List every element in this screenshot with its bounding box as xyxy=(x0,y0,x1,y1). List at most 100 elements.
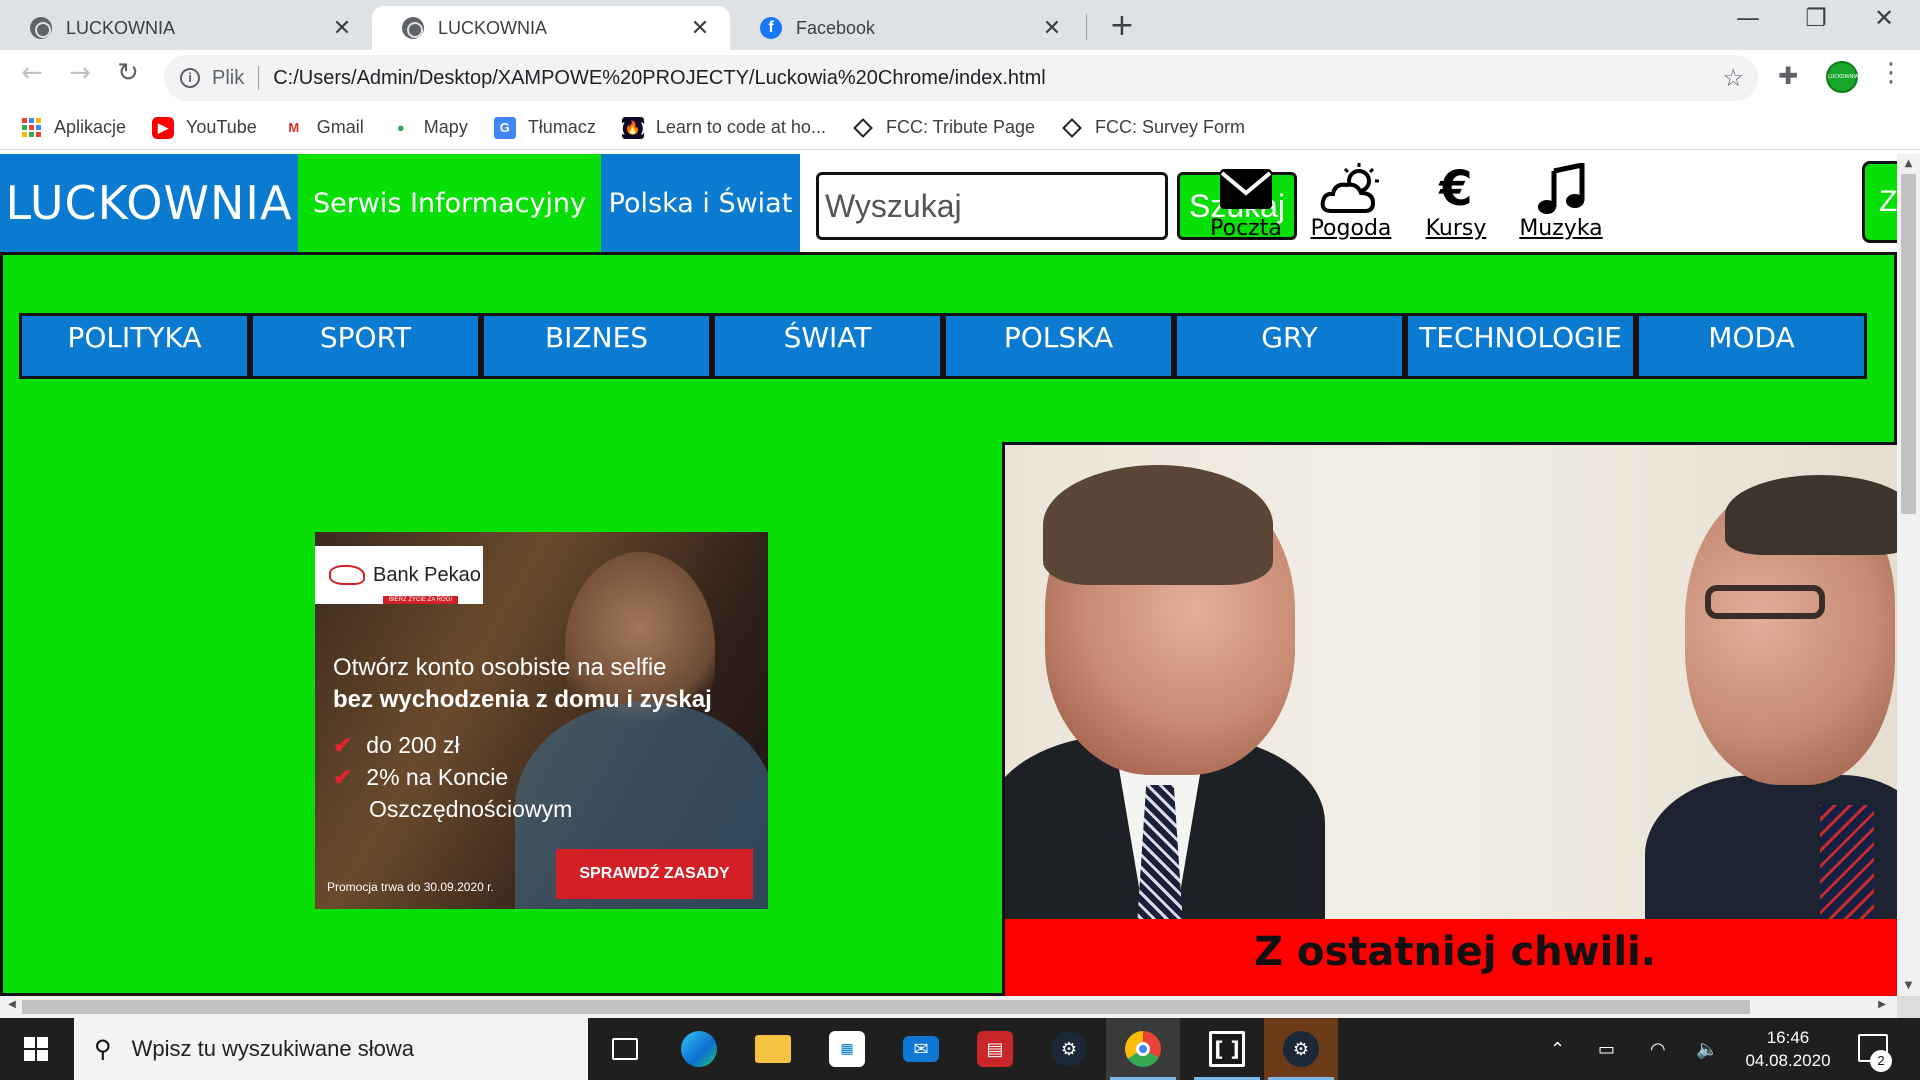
bookmark-maps[interactable]: ● Mapy xyxy=(390,117,468,139)
news-headline[interactable]: Z ostatniej chwili. xyxy=(1005,919,1897,996)
search-icon: ⚲ xyxy=(94,1035,112,1063)
menu-kebab-icon[interactable]: ⋮ xyxy=(1878,58,1904,88)
envelope-icon xyxy=(1201,160,1291,218)
battery-icon[interactable]: ▭ xyxy=(1598,1018,1615,1080)
vertical-scroll-thumb[interactable] xyxy=(1901,174,1916,514)
music-note-icon xyxy=(1516,160,1606,218)
minimize-button[interactable]: — xyxy=(1728,4,1768,32)
site-region: Polska i Świat xyxy=(601,154,800,252)
taskbar-search-box[interactable]: ⚲ Wpisz tu wyszukiwane słowa xyxy=(74,1018,588,1080)
site-info-icon[interactable]: i xyxy=(180,68,200,88)
tab-title: Facebook xyxy=(796,17,876,38)
tab-title: LUCKOWNIA xyxy=(66,17,176,38)
ad-headline-1: Otwórz konto osobiste na selfie xyxy=(333,654,667,681)
browser-tab-strip: LUCKOWNIA ✕ LUCKOWNIA ✕ f Facebook ✕ + —… xyxy=(0,0,1920,50)
browser-toolbar: ← → ↻ i Plik C:/Users/Admin/Desktop/XAMP… xyxy=(0,50,1920,106)
taskbar-steam-running[interactable]: ⚙ xyxy=(1264,1018,1338,1080)
site-tagline: Serwis Informacyjny xyxy=(298,154,601,252)
bookmarks-bar: Aplikacje ▶ YouTube M Gmail ● Mapy G Tłu… xyxy=(0,106,1920,150)
reload-button[interactable]: ↻ xyxy=(110,58,146,88)
forward-button[interactable]: → xyxy=(62,58,98,88)
taskbar-bracket-app[interactable]: [ ] xyxy=(1190,1018,1264,1080)
taskbar-file-explorer[interactable] xyxy=(736,1018,810,1080)
bookmark-label: Tłumacz xyxy=(527,117,596,137)
vertical-scrollbar[interactable]: ▲ ▼ xyxy=(1897,154,1920,996)
taskbar-store[interactable]: ▦ xyxy=(810,1018,884,1080)
globe-icon xyxy=(30,17,52,39)
bison-logo-icon xyxy=(329,565,365,585)
check-icon: ✔ xyxy=(333,732,353,758)
bookmark-freecodecamp[interactable]: (🔥) Learn to code at ho... xyxy=(620,116,826,139)
category-fashion[interactable]: MODA xyxy=(1636,313,1867,379)
horizontal-scrollbar[interactable]: ◀ ▶ xyxy=(0,996,1897,1018)
bookmark-translate[interactable]: G Tłumacz xyxy=(493,116,596,139)
start-button[interactable] xyxy=(0,1018,72,1080)
restore-button[interactable]: ❐ xyxy=(1796,4,1836,32)
taskbar-reader[interactable]: ▤ xyxy=(958,1018,1032,1080)
tab-facebook[interactable]: f Facebook ✕ xyxy=(730,6,1082,50)
site-logo[interactable]: LUCKOWNIA xyxy=(0,154,298,252)
apps-grid-icon xyxy=(20,117,42,139)
close-icon[interactable]: ✕ xyxy=(1040,15,1064,41)
site-header: LUCKOWNIA Serwis Informacyjny Polska i Ś… xyxy=(0,154,1897,252)
taskbar-chrome[interactable] xyxy=(1106,1018,1180,1080)
shortcut-rates[interactable]: € Kursy xyxy=(1411,160,1501,241)
ad-bullet-text: 2% na Koncie xyxy=(366,764,509,790)
search-input[interactable] xyxy=(816,172,1168,240)
codepen-icon xyxy=(852,117,874,139)
category-poland[interactable]: POLSKA xyxy=(943,313,1174,379)
wifi-icon[interactable]: ◠ xyxy=(1650,1018,1666,1080)
category-technology[interactable]: TECHNOLOGIE xyxy=(1405,313,1636,379)
scroll-down-arrow[interactable]: ▼ xyxy=(1897,980,1920,991)
bank-logo: Bank Pekao BIERZ ŻYCIE ZA ROGI xyxy=(315,546,483,604)
scroll-up-arrow[interactable]: ▲ xyxy=(1897,158,1920,169)
shortcut-label: Muzyka xyxy=(1519,216,1603,241)
category-sport[interactable]: SPORT xyxy=(250,313,481,379)
scroll-right-arrow[interactable]: ▶ xyxy=(1872,999,1892,1010)
shortcut-weather[interactable]: Pogoda xyxy=(1306,160,1396,241)
bookmark-star-icon[interactable]: ☆ xyxy=(1722,64,1744,93)
extensions-puzzle-icon[interactable]: ✚ xyxy=(1778,62,1798,90)
bookmark-gmail[interactable]: M Gmail xyxy=(283,117,363,139)
bookmark-youtube[interactable]: ▶ YouTube xyxy=(152,116,257,139)
category-games[interactable]: GRY xyxy=(1174,313,1405,379)
volume-icon[interactable]: 🔈 xyxy=(1696,1018,1718,1080)
new-tab-button[interactable]: + xyxy=(1108,8,1136,43)
ad-headline-2: bez wychodzenia z domu i zyskaj xyxy=(333,686,712,713)
horizontal-scroll-thumb[interactable] xyxy=(22,1000,1750,1014)
profile-avatar[interactable]: LUCKOWNIA xyxy=(1826,61,1858,93)
bank-ad-banner[interactable]: Bank Pekao BIERZ ŻYCIE ZA ROGI Otwórz ko… xyxy=(315,532,768,909)
login-button[interactable]: Zaloguj się xyxy=(1862,161,1897,243)
close-icon[interactable]: ✕ xyxy=(330,15,354,41)
task-view-button[interactable] xyxy=(588,1018,662,1080)
category-politics[interactable]: POLITYKA xyxy=(19,313,250,379)
euro-icon: € xyxy=(1439,161,1473,217)
shortcut-mail[interactable]: Poczta xyxy=(1201,160,1291,241)
taskbar-mail[interactable]: ✉ xyxy=(884,1018,958,1080)
tray-chevron-icon[interactable]: ⌃ xyxy=(1550,1018,1565,1080)
window-close-button[interactable]: ✕ xyxy=(1864,4,1904,32)
bookmark-apps[interactable]: Aplikacje xyxy=(20,117,126,139)
taskbar-steam[interactable]: ⚙ xyxy=(1032,1018,1106,1080)
address-bar[interactable]: i Plik C:/Users/Admin/Desktop/XAMPOWE%20… xyxy=(164,55,1758,101)
ad-cta-button[interactable]: SPRAWDŹ ZASADY xyxy=(556,849,753,899)
tab-title: LUCKOWNIA xyxy=(438,17,548,38)
tab-luckownia-2[interactable]: LUCKOWNIA ✕ xyxy=(372,6,730,50)
windows-logo-icon xyxy=(24,1037,48,1061)
news-card[interactable]: Z ostatniej chwili. xyxy=(1002,442,1897,996)
close-icon[interactable]: ✕ xyxy=(688,15,712,41)
scroll-left-arrow[interactable]: ◀ xyxy=(2,999,22,1010)
category-business[interactable]: BIZNES xyxy=(481,313,712,379)
task-view-icon xyxy=(612,1038,638,1060)
back-button[interactable]: ← xyxy=(14,58,50,88)
url-text[interactable]: C:/Users/Admin/Desktop/XAMPOWE%20PROJECT… xyxy=(273,67,1045,90)
translate-icon: G xyxy=(493,116,516,139)
bookmark-survey-form[interactable]: FCC: Survey Form xyxy=(1061,117,1245,139)
tab-luckownia-1[interactable]: LUCKOWNIA ✕ xyxy=(0,6,372,50)
ad-bullet-text: do 200 zł xyxy=(366,732,460,758)
taskbar-edge[interactable] xyxy=(662,1018,736,1080)
bookmark-tribute-page[interactable]: FCC: Tribute Page xyxy=(852,117,1035,139)
category-world[interactable]: ŚWIAT xyxy=(712,313,943,379)
taskbar-clock[interactable]: 16:46 04.08.2020 xyxy=(1728,1026,1848,1072)
shortcut-music[interactable]: Muzyka xyxy=(1516,160,1606,241)
